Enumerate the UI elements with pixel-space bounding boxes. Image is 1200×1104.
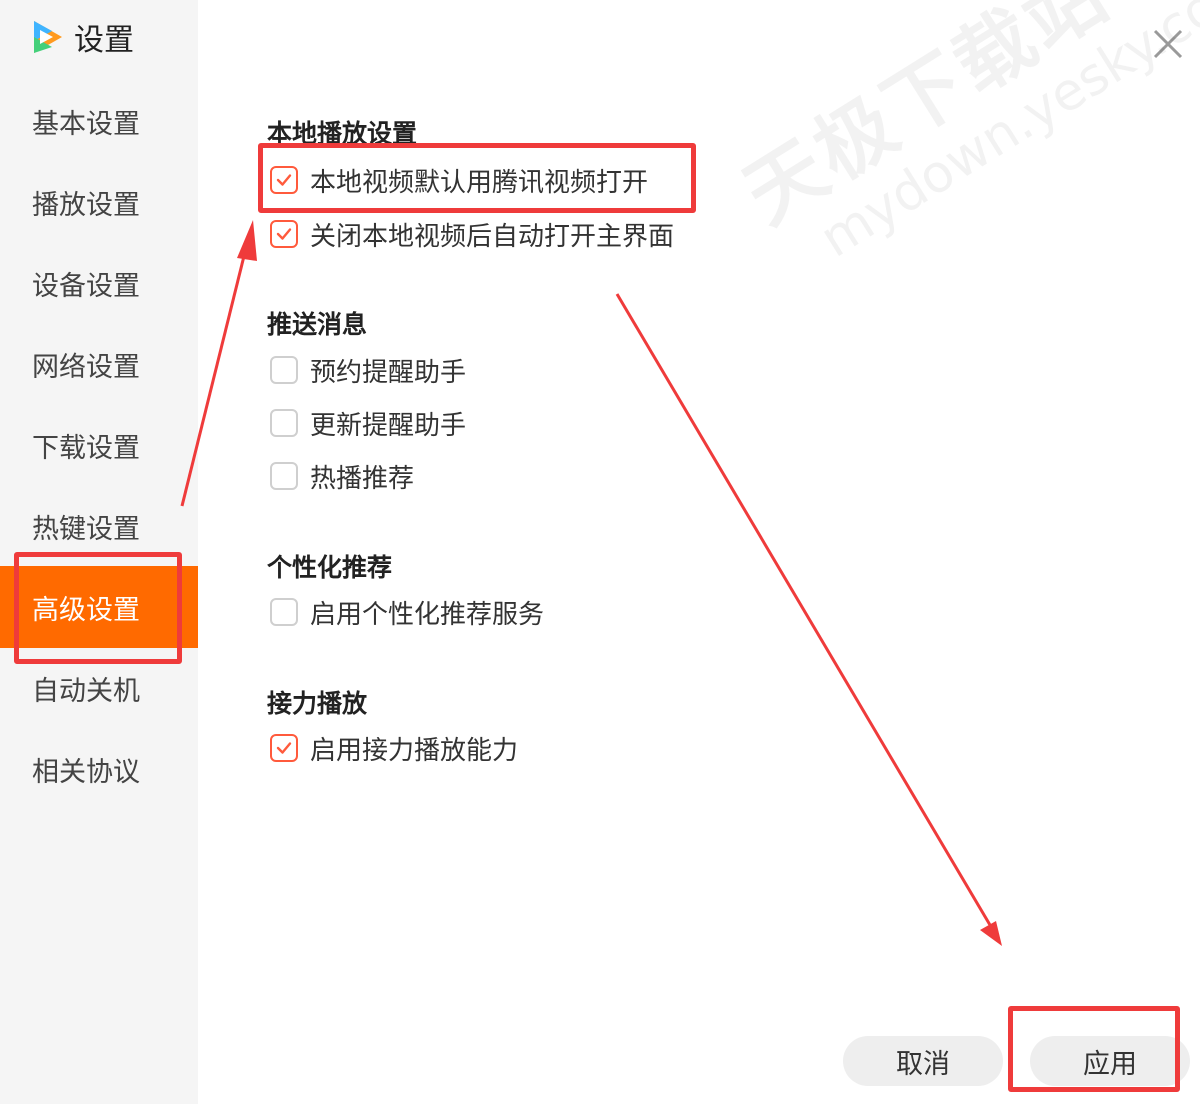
watermark: 天极下载站 mydown.yesky.com <box>720 0 1200 291</box>
sidebar-item-auto-shutdown[interactable]: 自动关机 <box>0 647 198 729</box>
option-open-with-tencent[interactable]: 本地视频默认用腾讯视频打开 <box>270 162 648 198</box>
cancel-button[interactable]: 取消 <box>843 1036 1003 1086</box>
section-title-local-play: 本地播放设置 <box>267 119 418 148</box>
checkbox-checked[interactable] <box>270 734 298 762</box>
sidebar-item-advanced[interactable]: 高级设置 <box>0 566 198 648</box>
annotation-arrowhead-up <box>237 220 257 261</box>
option-reservation-reminder[interactable]: 预约提醒助手 <box>270 352 466 388</box>
sidebar-item-playback[interactable]: 播放设置 <box>0 161 198 243</box>
annotation-arrow-down <box>615 293 992 926</box>
checkmark-icon <box>276 228 292 240</box>
option-personalized-service[interactable]: 启用个性化推荐服务 <box>270 594 544 630</box>
sidebar-item-download[interactable]: 下载设置 <box>0 404 198 486</box>
annotation-arrowhead-down <box>980 921 1002 946</box>
option-label: 本地视频默认用腾讯视频打开 <box>310 167 649 198</box>
sidebar-item-network[interactable]: 网络设置 <box>0 323 198 405</box>
checkbox-checked[interactable] <box>270 166 298 194</box>
option-hot-recommend[interactable]: 热播推荐 <box>270 458 414 494</box>
option-label: 关闭本地视频后自动打开主界面 <box>310 221 675 252</box>
section-title-personalized: 个性化推荐 <box>267 553 393 582</box>
checkbox-unchecked[interactable] <box>270 356 298 384</box>
option-label: 更新提醒助手 <box>310 410 467 441</box>
checkmark-icon <box>276 174 292 186</box>
apply-button[interactable]: 应用 <box>1030 1036 1190 1086</box>
window-title: 设置 <box>74 23 134 58</box>
option-relay-playback[interactable]: 启用接力播放能力 <box>270 730 518 766</box>
sidebar: 设置 基本设置 播放设置 设备设置 网络设置 下载设置 热键设置 高级设置 自动… <box>0 0 198 1104</box>
checkbox-unchecked[interactable] <box>270 462 298 490</box>
checkbox-checked[interactable] <box>270 220 298 248</box>
option-label: 预约提醒助手 <box>310 357 467 388</box>
tencent-video-logo-icon <box>34 21 62 53</box>
sidebar-item-device[interactable]: 设备设置 <box>0 242 198 324</box>
sidebar-item-agreements[interactable]: 相关协议 <box>0 728 198 810</box>
sidebar-item-hotkey[interactable]: 热键设置 <box>0 485 198 567</box>
checkmark-icon <box>276 742 292 754</box>
watermark-main: 天极下载站 <box>729 0 1125 242</box>
app-header: 设置 <box>26 14 134 60</box>
section-title-relay: 接力播放 <box>267 689 368 718</box>
sidebar-item-basic[interactable]: 基本设置 <box>0 80 198 162</box>
close-icon[interactable] <box>1150 26 1186 62</box>
option-label: 启用接力播放能力 <box>310 735 519 766</box>
option-label: 热播推荐 <box>310 463 415 494</box>
option-update-reminder[interactable]: 更新提醒助手 <box>270 405 466 441</box>
section-title-push: 推送消息 <box>267 310 368 339</box>
watermark-sub: mydown.yesky.com <box>810 0 1200 270</box>
option-label: 启用个性化推荐服务 <box>310 599 545 630</box>
checkbox-unchecked[interactable] <box>270 598 298 626</box>
option-open-main-after-close[interactable]: 关闭本地视频后自动打开主界面 <box>270 216 674 252</box>
checkbox-unchecked[interactable] <box>270 409 298 437</box>
